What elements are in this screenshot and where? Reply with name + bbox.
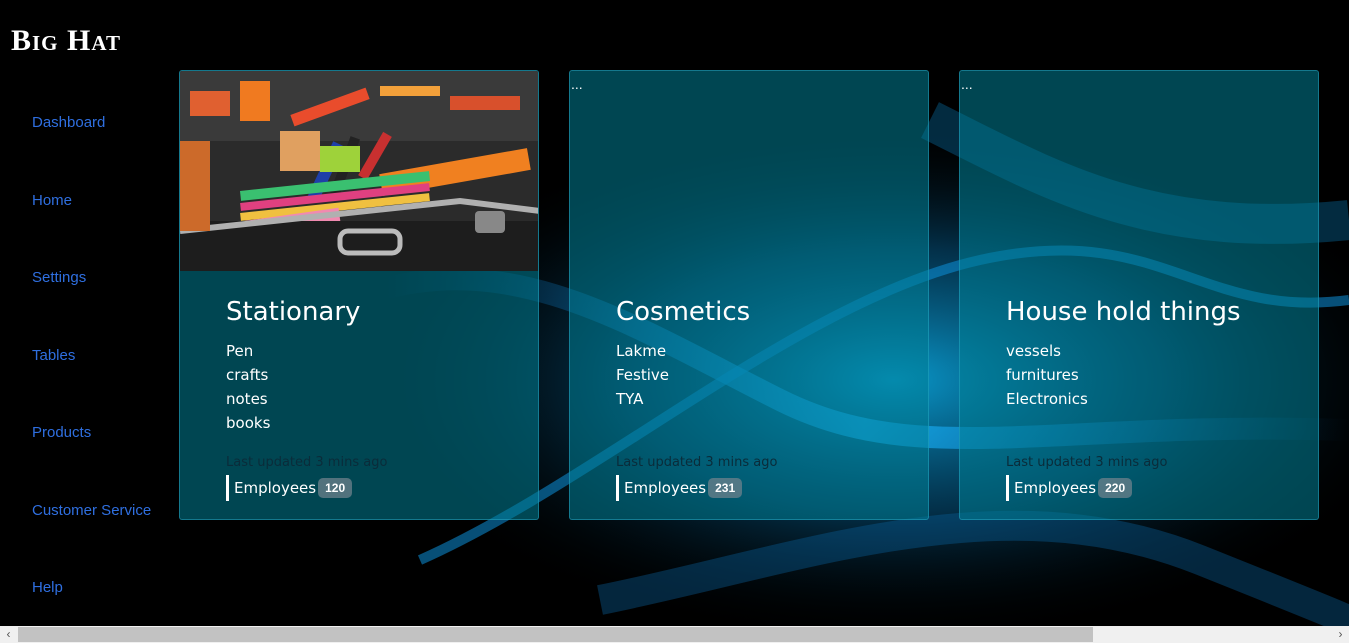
stationery-image: [180, 71, 538, 271]
card-item: books: [226, 414, 271, 432]
card-item: Festive: [616, 366, 670, 384]
sidebar-item-dashboard[interactable]: Dashboard: [32, 114, 105, 131]
broken-image-alt: ...: [571, 76, 583, 92]
last-updated-text: Last updated 3 mins ago: [1006, 455, 1168, 470]
sidebar-item-customer-service[interactable]: Customer Service: [32, 502, 151, 519]
employees-indicator[interactable]: Employees 120: [226, 475, 353, 501]
employees-label: Employees: [624, 479, 707, 497]
card-item: crafts: [226, 366, 269, 384]
employees-count-badge: 120: [318, 478, 353, 498]
sidebar-item-home[interactable]: Home: [32, 192, 72, 209]
card-item: vessels: [1006, 342, 1061, 360]
card-item-list: vessels furnitures Electronics: [1006, 339, 1088, 411]
sidebar-item-tables[interactable]: Tables: [32, 347, 75, 364]
card-item: Electronics: [1006, 390, 1088, 408]
sidebar-item-products[interactable]: Products: [32, 424, 91, 441]
brand-logo[interactable]: Big Hat: [11, 24, 121, 58]
sidebar-item-help[interactable]: Help: [32, 579, 63, 596]
employees-count-badge: 231: [708, 478, 743, 498]
employees-indicator[interactable]: Employees 231: [616, 475, 743, 501]
card-title: House hold things: [1006, 297, 1241, 327]
scroll-right-icon[interactable]: ›: [1332, 626, 1349, 643]
last-updated-text: Last updated 3 mins ago: [226, 455, 388, 470]
card-item: TYA: [616, 390, 644, 408]
horizontal-scrollbar[interactable]: ‹ ›: [0, 626, 1349, 643]
scroll-left-icon[interactable]: ‹: [0, 626, 17, 643]
scrollbar-thumb[interactable]: [18, 627, 1093, 642]
sidebar-item-settings[interactable]: Settings: [32, 269, 86, 286]
card-item: furnitures: [1006, 366, 1079, 384]
category-card-household: ... House hold things vessels furnitures…: [959, 70, 1319, 520]
category-card-stationary: Stationary Pen crafts notes books Last u…: [179, 70, 539, 520]
employees-indicator[interactable]: Employees 220: [1006, 475, 1133, 501]
card-title: Stationary: [226, 297, 361, 327]
card-item: Pen: [226, 342, 254, 360]
card-item-list: Lakme Festive TYA: [616, 339, 669, 411]
employees-label: Employees: [1014, 479, 1097, 497]
employees-count-badge: 220: [1098, 478, 1133, 498]
card-item: notes: [226, 390, 268, 408]
category-card-cosmetics: ... Cosmetics Lakme Festive TYA Last upd…: [569, 70, 929, 520]
employees-label: Employees: [234, 479, 317, 497]
card-item-list: Pen crafts notes books: [226, 339, 270, 435]
last-updated-text: Last updated 3 mins ago: [616, 455, 778, 470]
page: Big Hat Dashboard Home Settings Tables P…: [0, 0, 1349, 643]
card-item: Lakme: [616, 342, 667, 360]
broken-image-alt: ...: [961, 76, 973, 92]
card-title: Cosmetics: [616, 297, 751, 327]
